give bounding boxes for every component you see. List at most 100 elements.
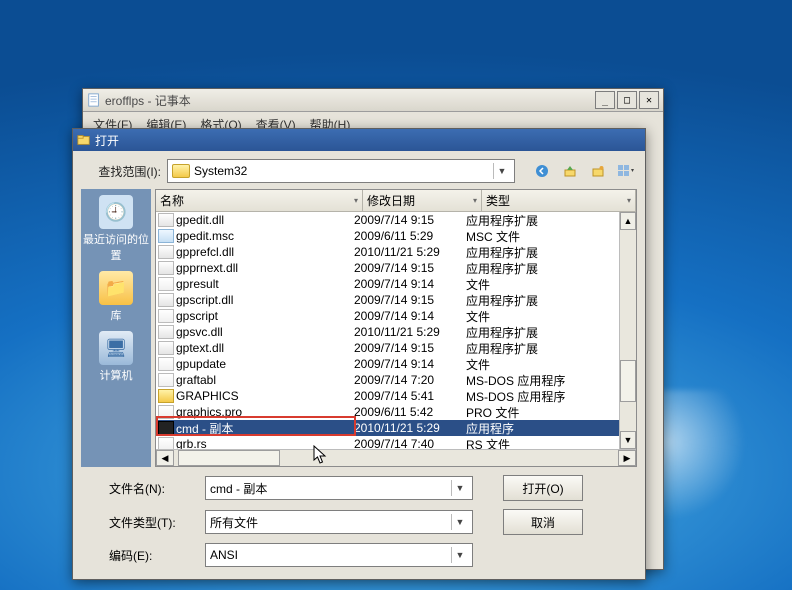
- file-icon: [158, 229, 174, 243]
- place-recent[interactable]: 🕘 最近访问的位置: [81, 195, 151, 263]
- file-type: 文件: [466, 276, 619, 293]
- open-dialog-titlebar[interactable]: 打开: [73, 129, 645, 151]
- file-row[interactable]: graftabl 2009/7/14 7:20MS-DOS 应用程序: [156, 372, 619, 388]
- file-icon: [158, 341, 174, 355]
- file-type: 应用程序扩展: [466, 260, 619, 277]
- file-row[interactable]: gptext.dll2009/7/14 9:15应用程序扩展: [156, 340, 619, 356]
- scroll-down-button[interactable]: ▼: [620, 431, 636, 449]
- close-button[interactable]: ✕: [639, 91, 659, 109]
- open-dialog: 打开 查找范围(I): System32 ▼: [72, 128, 646, 580]
- libraries-icon: 📁: [99, 271, 133, 305]
- file-row[interactable]: gpscript.dll2009/7/14 9:15应用程序扩展: [156, 292, 619, 308]
- file-row[interactable]: gpedit.msc2009/6/11 5:29MSC 文件: [156, 228, 619, 244]
- file-row[interactable]: gpresult 2009/7/14 9:14文件: [156, 276, 619, 292]
- lookin-value: System32: [194, 164, 247, 178]
- file-row[interactable]: graphics.pro2009/6/11 5:42PRO 文件: [156, 404, 619, 420]
- filetype-select[interactable]: 所有文件 ▼: [205, 510, 473, 534]
- column-header-type[interactable]: 类型▾: [482, 190, 636, 211]
- new-folder-button[interactable]: [587, 160, 609, 182]
- file-icon: [158, 245, 174, 259]
- file-type: MS-DOS 应用程序: [466, 372, 619, 389]
- encoding-label: 编码(E):: [81, 547, 199, 564]
- notepad-titlebar[interactable]: erofflps - 记事本 _ □ ✕: [83, 89, 663, 112]
- file-date: 2009/7/14 9:14: [354, 277, 466, 291]
- lookin-combo[interactable]: System32 ▼: [167, 159, 515, 183]
- file-name: gpedit.msc: [176, 229, 234, 243]
- file-date: 2009/7/14 7:20: [354, 373, 466, 387]
- horizontal-scrollbar[interactable]: ◀ ▶: [156, 449, 636, 466]
- place-libraries[interactable]: 📁 库: [99, 271, 133, 323]
- file-name: grb.rs: [176, 437, 207, 449]
- filetype-value: 所有文件: [210, 514, 258, 531]
- file-list-pane: 名称▾ 修改日期▾ 类型▾ gpedit.dll2009/7/14 9:15应用…: [155, 189, 637, 467]
- file-date: 2009/7/14 7:40: [354, 437, 466, 449]
- chevron-down-icon[interactable]: ▼: [451, 547, 468, 563]
- encoding-select[interactable]: ANSI ▼: [205, 543, 473, 567]
- file-name: gpupdate: [176, 357, 226, 371]
- chevron-down-icon[interactable]: ▼: [451, 514, 468, 530]
- file-date: 2010/11/21 5:29: [354, 325, 466, 339]
- file-icon: [158, 389, 174, 403]
- filename-input[interactable]: cmd - 副本 ▼: [205, 476, 473, 500]
- scroll-right-button[interactable]: ▶: [618, 450, 636, 466]
- file-name: gpscript: [176, 309, 218, 323]
- file-row[interactable]: gpsvc.dll 2010/11/21 5:29应用程序扩展: [156, 324, 619, 340]
- file-row[interactable]: gpprefcl.dll2010/11/21 5:29应用程序扩展: [156, 244, 619, 260]
- file-date: 2009/7/14 5:41: [354, 389, 466, 403]
- sort-indicator-icon: ▾: [354, 196, 358, 205]
- desktop: erofflps - 记事本 _ □ ✕ 文件(F) 编辑(E) 格式(O) 查…: [0, 0, 792, 590]
- maximize-button[interactable]: □: [617, 91, 637, 109]
- file-type: 文件: [466, 308, 619, 325]
- file-name: cmd - 副本: [176, 420, 233, 437]
- scroll-up-button[interactable]: ▲: [620, 212, 636, 230]
- notepad-title: erofflps - 记事本: [105, 92, 591, 109]
- back-button[interactable]: [531, 160, 553, 182]
- file-name: graphics.pro: [176, 405, 242, 419]
- places-bar: 🕘 最近访问的位置 📁 库 🖥 计算机: [81, 189, 151, 467]
- chevron-down-icon[interactable]: ▼: [451, 480, 468, 496]
- file-name: graftabl: [176, 373, 216, 387]
- place-computer[interactable]: 🖥 计算机: [99, 331, 133, 383]
- file-type: RS 文件: [466, 436, 619, 450]
- scroll-thumb[interactable]: [620, 360, 636, 402]
- file-row[interactable]: gpedit.dll2009/7/14 9:15应用程序扩展: [156, 212, 619, 228]
- chevron-down-icon[interactable]: ▼: [493, 163, 510, 179]
- file-row[interactable]: GRAPHICS2009/7/14 5:41MS-DOS 应用程序: [156, 388, 619, 404]
- file-icon: [158, 277, 174, 291]
- file-row[interactable]: gpupdate2009/7/14 9:14文件: [156, 356, 619, 372]
- file-icon: [158, 405, 174, 419]
- file-type: 应用程序扩展: [466, 212, 619, 229]
- file-icon: [158, 437, 174, 449]
- hscroll-thumb[interactable]: [178, 450, 280, 466]
- file-icon: [158, 373, 174, 387]
- up-one-level-button[interactable]: [559, 160, 581, 182]
- vertical-scrollbar[interactable]: ▲ ▼: [619, 212, 636, 449]
- file-icon: [158, 293, 174, 307]
- cancel-button[interactable]: 取消: [503, 509, 583, 535]
- file-row[interactable]: grb.rs 2009/7/14 7:40RS 文件: [156, 436, 619, 449]
- open-dialog-title: 打开: [95, 132, 641, 149]
- file-date: 2010/11/21 5:29: [354, 245, 466, 259]
- notepad-icon: [87, 93, 101, 107]
- scroll-left-button[interactable]: ◀: [156, 450, 174, 466]
- file-icon: [158, 325, 174, 339]
- file-row[interactable]: gpprnext.dll2009/7/14 9:15应用程序扩展: [156, 260, 619, 276]
- filetype-label: 文件类型(T):: [81, 514, 199, 531]
- file-date: 2009/6/11 5:42: [354, 405, 466, 419]
- view-menu-button[interactable]: [615, 160, 637, 182]
- file-icon: [158, 261, 174, 275]
- file-type: 应用程序扩展: [466, 292, 619, 309]
- column-header-date[interactable]: 修改日期▾: [363, 190, 482, 211]
- file-row[interactable]: cmd - 副本2010/11/21 5:29应用程序: [156, 420, 619, 436]
- file-row[interactable]: gpscript2009/7/14 9:14文件: [156, 308, 619, 324]
- file-list[interactable]: gpedit.dll2009/7/14 9:15应用程序扩展gpedit.msc…: [156, 212, 619, 449]
- filename-label: 文件名(N):: [81, 480, 199, 497]
- column-header-name[interactable]: 名称▾: [156, 190, 363, 211]
- open-button[interactable]: 打开(O): [503, 475, 583, 501]
- file-name: gpresult: [176, 277, 219, 291]
- minimize-button[interactable]: _: [595, 91, 615, 109]
- file-type: 应用程序: [466, 420, 619, 437]
- file-type: 应用程序扩展: [466, 324, 619, 341]
- file-icon: [158, 357, 174, 371]
- file-name: gpsvc.dll: [176, 325, 223, 339]
